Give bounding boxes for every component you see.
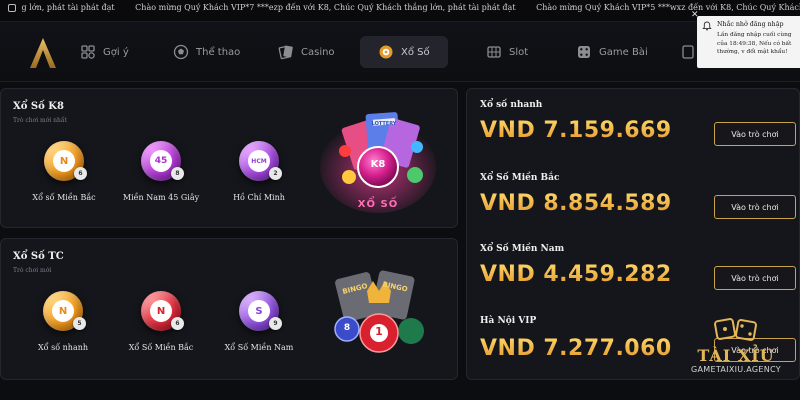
lottery-k8-panel: Xổ Số K8 Trò chơi mới nhất N 6 Xổ số Miề… — [0, 88, 458, 228]
lottery-k8-banner[interactable]: K8 LOTTERY XỔ SỐ — [319, 105, 437, 215]
nav-item-slot[interactable]: Slot — [486, 36, 528, 68]
nav-item-more[interactable] — [680, 36, 696, 68]
jackpot-amount: VND 4.459.282 — [480, 262, 672, 287]
nav-item-lottery[interactable]: Xổ Số — [360, 36, 448, 68]
nav-item-label: Slot — [509, 46, 529, 58]
cards-icon — [278, 44, 294, 60]
lottery-ball-icon: HCM 2 — [239, 141, 282, 181]
notification-body: Lần đăng nhập cuối cùng của 18:49:38, Nế… — [717, 32, 792, 55]
lottery-ball-icon: N 6 — [44, 141, 87, 181]
lottery-icon — [378, 44, 394, 60]
game-xo-so-nhanh[interactable]: N 5 Xổ số nhanh — [8, 291, 118, 352]
suggest-icon — [80, 44, 96, 60]
nav-item-casino[interactable]: Casino — [278, 36, 335, 68]
jackpot-amount: VND 7.159.669 — [480, 118, 672, 143]
login-reminder-notification: Nhắc nhở đăng nhập Lần đăng nhập cuối cù… — [697, 16, 800, 68]
game-xo-so-mien-nam[interactable]: S 9 Xổ Số Miền Nam — [204, 291, 314, 352]
lottery-ball-icon: S 9 — [239, 291, 282, 331]
game-label: Xổ số nhanh — [37, 343, 89, 352]
k8-logo[interactable] — [28, 36, 58, 70]
panel-title: Xổ Số TC — [13, 251, 64, 262]
dice-icon — [713, 316, 759, 344]
game-label: Xổ Số Miền Nam — [224, 343, 294, 352]
jackpot-name: Xổ số nhanh — [480, 100, 543, 110]
game-mien-nam-45-giay[interactable]: 45 8 Miền Nam 45 Giây — [106, 141, 216, 202]
panel-subtitle: Trò chơi mới — [13, 267, 52, 274]
dice-icon — [576, 44, 592, 60]
nav-item-label: Game Bài — [599, 46, 648, 58]
game-label: Hồ Chí Minh — [233, 193, 285, 202]
nav-item-suggest[interactable]: Gợi ý — [80, 36, 129, 68]
banner-ball-text: 1 — [375, 325, 383, 338]
top-navigation: Gợi ý Thể thao Casino Xổ Số Slot Game Bà… — [0, 22, 800, 82]
more-icon — [680, 44, 696, 60]
game-label: Miền Nam 45 Giây — [122, 193, 200, 202]
banner-ball-text: 8 — [343, 323, 351, 333]
lottery-tc-panel: Xổ Số TC Trò chơi mới N 5 Xổ số nhanh N … — [0, 238, 458, 380]
banner-label: XỔ SỐ — [357, 199, 399, 210]
lottery-ball-icon: 45 8 — [141, 141, 184, 181]
slot-machine-icon — [486, 44, 502, 60]
nav-item-label: Thể thao — [196, 46, 241, 58]
announcement-marquee: g lớn, phát tài phát đạt Chào mừng Quý K… — [0, 0, 800, 22]
enter-game-button[interactable]: Vào trò chơi — [714, 122, 796, 146]
marquee-text: g lớn, phát tài phát đạt — [21, 3, 115, 12]
enter-game-button[interactable]: Vào trò chơi — [714, 195, 796, 219]
notification-title: Nhắc nhở đăng nhập — [717, 21, 784, 28]
game-xo-so-mien-bac[interactable]: N 6 Xổ Số Miền Bắc — [106, 291, 216, 352]
nav-item-label: Gợi ý — [103, 46, 129, 58]
game-label: Xổ số Miền Bắc — [32, 193, 96, 202]
marquee-text: Chào mừng Quý Khách VIP*5 ***wxz đến với… — [536, 3, 800, 12]
bell-icon — [702, 21, 712, 31]
watermark-logo: TÀI XỈU GAMETAIXIU.AGENCY — [672, 316, 800, 400]
panel-subtitle: Trò chơi mới nhất — [13, 117, 67, 124]
jackpot-name: Xổ Số Miền Bắc — [480, 173, 560, 183]
game-label: Xổ Số Miền Bắc — [128, 343, 194, 352]
panel-title: Xổ Số K8 — [13, 101, 64, 112]
jackpot-name: Xổ Số Miền Nam — [480, 244, 565, 254]
nav-item-label: Xổ Số — [401, 46, 430, 58]
marquee-text: Chào mừng Quý Khách VIP*7 ***ezp đến với… — [135, 3, 516, 12]
jackpot-amount: VND 8.854.589 — [480, 191, 672, 216]
announcement-icon — [8, 4, 16, 12]
watermark-subtitle: GAMETAIXIU.AGENCY — [691, 365, 781, 374]
nav-item-label: Casino — [301, 46, 335, 58]
nav-item-card-games[interactable]: Game Bài — [576, 36, 648, 68]
game-ho-chi-minh[interactable]: HCM 2 Hồ Chí Minh — [204, 141, 314, 202]
lottery-tc-banner[interactable]: BINGO BINGO 1 8 — [329, 269, 429, 369]
lottery-ball-icon: N 6 — [141, 291, 184, 331]
enter-game-button[interactable]: Vào trò chơi — [714, 266, 796, 290]
jackpot-amount: VND 7.277.060 — [480, 336, 672, 361]
soccer-ball-icon — [173, 44, 189, 60]
jackpot-name: Hà Nội VIP — [480, 316, 537, 326]
lottery-ball-icon: N 5 — [43, 291, 86, 331]
nav-item-sports[interactable]: Thể thao — [173, 36, 240, 68]
game-xo-so-mien-bac[interactable]: N 6 Xổ số Miền Bắc — [9, 141, 119, 202]
watermark-title: TÀI XỈU — [697, 346, 775, 365]
banner-ball-text: K8 — [370, 159, 386, 170]
banner-ticket-text: LOTTERY — [371, 121, 397, 127]
